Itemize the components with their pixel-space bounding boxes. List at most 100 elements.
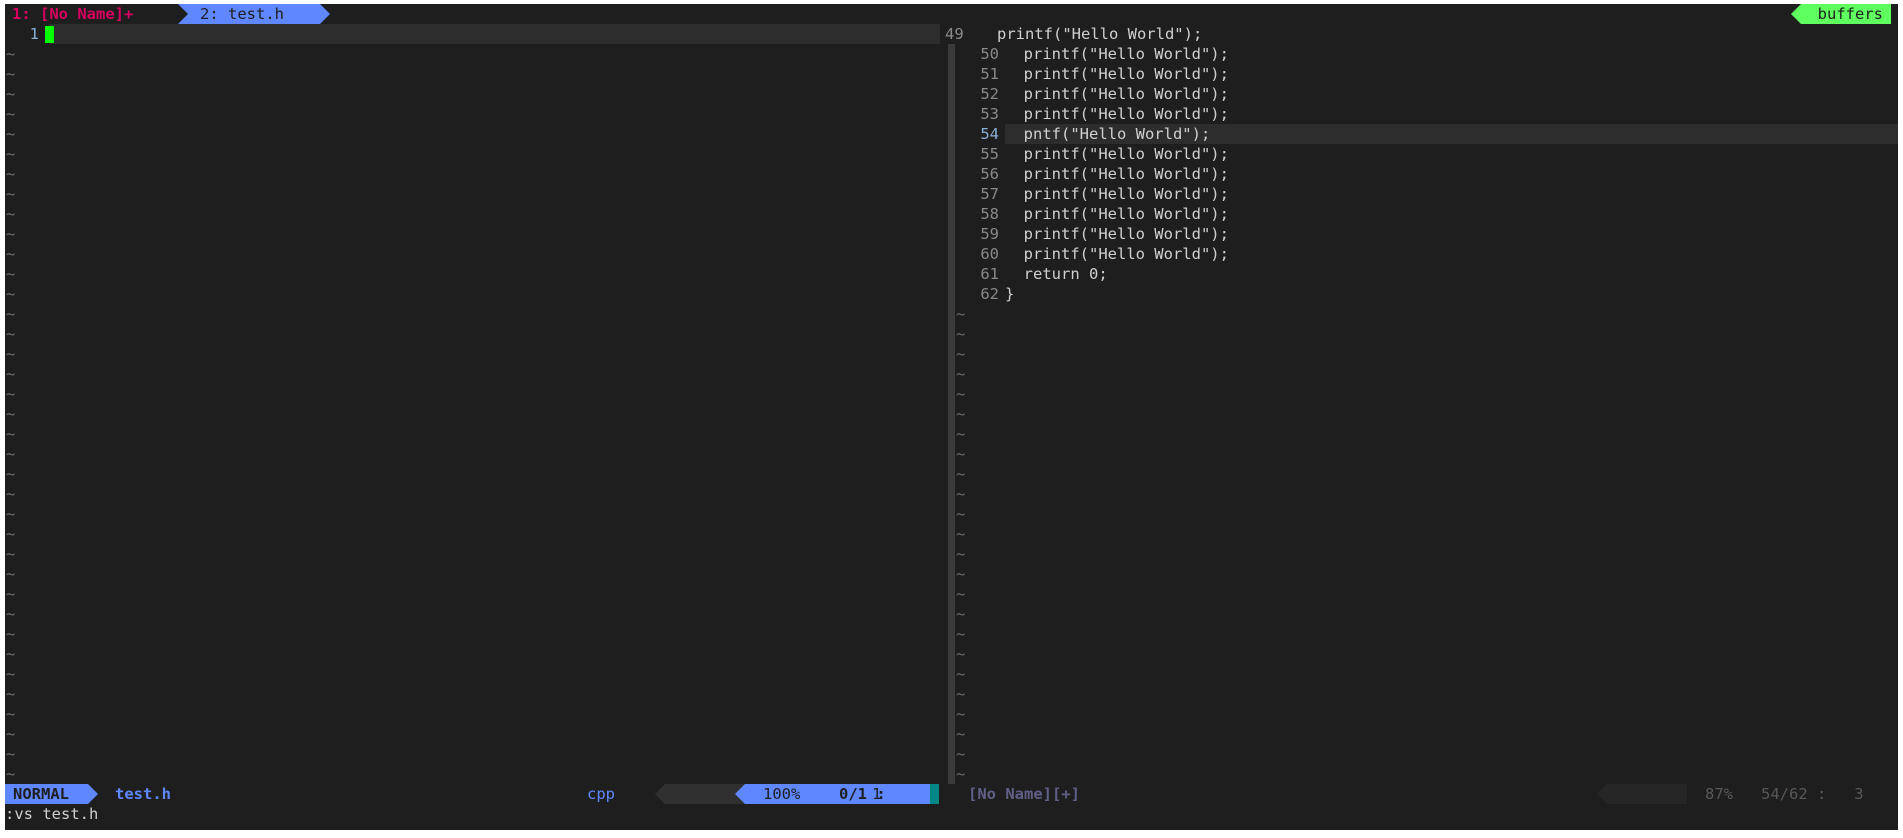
statusline: NORMAL test.h cpp 100% 0/1 : 1 [No Name]…: [5, 784, 1898, 804]
empty-line-tilde: ~: [6, 85, 16, 103]
empty-line-tilde: ~: [6, 565, 16, 583]
line-number-54: 54: [980, 125, 999, 143]
empty-line-tilde: ~: [6, 465, 16, 483]
code-line-53: printf("Hello World");: [1005, 105, 1229, 123]
code-line-58: printf("Hello World");: [1005, 205, 1229, 223]
left-editor-pane[interactable]: 1 ~ ~ ~ ~ ~ ~ ~ ~ ~ ~ ~ ~ ~ ~ ~ ~ ~ ~ ~ ~ ~ ~ ~ ~ ~ ~ ~ ~ ~ ~ ~ ~ ~ ~ ~ ~ ~: [5, 24, 940, 784]
tabline: 1: [No Name]+ 2: test.h buffers: [5, 4, 1898, 24]
empty-line-tilde: ~: [6, 145, 16, 163]
empty-line-tilde: ~: [6, 525, 16, 543]
empty-line-tilde: ~: [956, 685, 966, 703]
empty-line-tilde: ~: [6, 685, 16, 703]
empty-line-tilde: ~: [6, 645, 16, 663]
text-cursor: [45, 26, 54, 43]
empty-line-tilde: ~: [6, 325, 16, 343]
tab-test-h[interactable]: 2: test.h: [178, 4, 330, 24]
empty-line-tilde: ~: [6, 705, 16, 723]
empty-line-tilde: ~: [956, 405, 966, 423]
empty-line-tilde: ~: [6, 485, 16, 503]
line-number-58: 58: [980, 205, 999, 223]
right-editor-pane[interactable]: 50 printf("Hello World"); 51 printf("Hell…: [955, 24, 1898, 784]
empty-line-tilde: ~: [6, 585, 16, 603]
code-line-52: printf("Hello World");: [1005, 85, 1229, 103]
empty-line-tilde: ~: [956, 625, 966, 643]
status-column: 1: [872, 785, 882, 803]
line-number-62: 62: [980, 285, 999, 303]
tab-no-name[interactable]: 1: [No Name]+: [12, 4, 133, 24]
line-number-50: 50: [980, 45, 999, 63]
empty-line-tilde: ~: [956, 665, 966, 683]
empty-line-tilde: ~: [6, 285, 16, 303]
empty-line-tilde: ~: [956, 745, 966, 763]
code-line-59: printf("Hello World");: [1005, 225, 1229, 243]
empty-line-tilde: ~: [6, 185, 16, 203]
code-line-62: }: [1005, 285, 1015, 303]
empty-line-tilde: ~: [6, 225, 16, 243]
empty-line-tilde: ~: [6, 245, 16, 263]
empty-line-tilde: ~: [6, 505, 16, 523]
status-position-segment: 100% 0/1 : 1: [735, 784, 930, 804]
status-separator: [655, 784, 745, 804]
empty-line-tilde: ~: [956, 505, 966, 523]
empty-line-tilde: ~: [956, 545, 966, 563]
empty-line-tilde: ~: [956, 705, 966, 723]
line-number-51: 51: [980, 65, 999, 83]
terminal-window: 1: [No Name]+ 2: test.h buffers 1 ~ ~ ~ ~ ~ ~…: [5, 4, 1898, 830]
line-number-53: 53: [980, 105, 999, 123]
empty-line-tilde: ~: [956, 305, 966, 323]
status-right-position: 87% 54/62 : 3: [1705, 785, 1864, 803]
empty-line-tilde: ~: [6, 405, 16, 423]
empty-line-tilde: ~: [6, 345, 16, 363]
empty-line-tilde: ~: [956, 525, 966, 543]
status-filetype: cpp: [587, 785, 615, 803]
empty-line-tilde: ~: [6, 365, 16, 383]
empty-line-tilde: ~: [6, 605, 16, 623]
command-line[interactable]: :vs test.h: [5, 804, 98, 824]
code-line-56: printf("Hello World");: [1005, 165, 1229, 183]
line-number-59: 59: [980, 225, 999, 243]
empty-line-tilde: ~: [6, 665, 16, 683]
empty-line-tilde: ~: [6, 45, 16, 63]
empty-line-tilde: ~: [6, 265, 16, 283]
empty-line-tilde: ~: [956, 425, 966, 443]
empty-line-tilde: ~: [956, 585, 966, 603]
empty-line-tilde: ~: [6, 125, 16, 143]
empty-line-tilde: ~: [956, 765, 966, 783]
mode-indicator: NORMAL: [5, 784, 98, 804]
empty-line-tilde: ~: [956, 325, 966, 343]
empty-line-tilde: ~: [6, 545, 16, 563]
code-line-54: pntf("Hello World");: [1005, 125, 1211, 143]
code-line-60: printf("Hello World");: [1005, 245, 1229, 263]
empty-line-tilde: ~: [956, 565, 966, 583]
line-number-55: 55: [980, 145, 999, 163]
line-number-61: 61: [980, 265, 999, 283]
line-number-52: 52: [980, 85, 999, 103]
empty-line-tilde: ~: [956, 485, 966, 503]
line-number: 1: [29, 25, 39, 43]
empty-line-tilde: ~: [6, 745, 16, 763]
empty-line-tilde: ~: [956, 385, 966, 403]
empty-line-tilde: ~: [6, 385, 16, 403]
empty-line-tilde: ~: [6, 625, 16, 643]
tab-test-h-label: 2: test.h: [200, 5, 284, 23]
status-filename: test.h: [115, 785, 171, 803]
code-line-57: printf("Hello World");: [1005, 185, 1229, 203]
status-right-separator: [1597, 784, 1687, 804]
empty-line-tilde: ~: [956, 365, 966, 383]
empty-line-tilde: ~: [956, 345, 966, 363]
code-line-55: printf("Hello World");: [1005, 145, 1229, 163]
status-right-filename: [No Name][+]: [968, 785, 1080, 803]
empty-line-tilde: ~: [6, 165, 16, 183]
empty-line-tilde: ~: [6, 445, 16, 463]
empty-line-tilde: ~: [6, 105, 16, 123]
scrollbar[interactable]: [948, 44, 955, 784]
empty-line-tilde: ~: [6, 305, 16, 323]
status-accent: [930, 784, 939, 804]
empty-line-tilde: ~: [956, 445, 966, 463]
code-line-50: printf("Hello World");: [1005, 45, 1229, 63]
empty-line-tilde: ~: [6, 65, 16, 83]
code-line-61: return 0;: [1005, 265, 1108, 283]
empty-line-tilde: ~: [6, 425, 16, 443]
line-number-60: 60: [980, 245, 999, 263]
line-number-57: 57: [980, 185, 999, 203]
